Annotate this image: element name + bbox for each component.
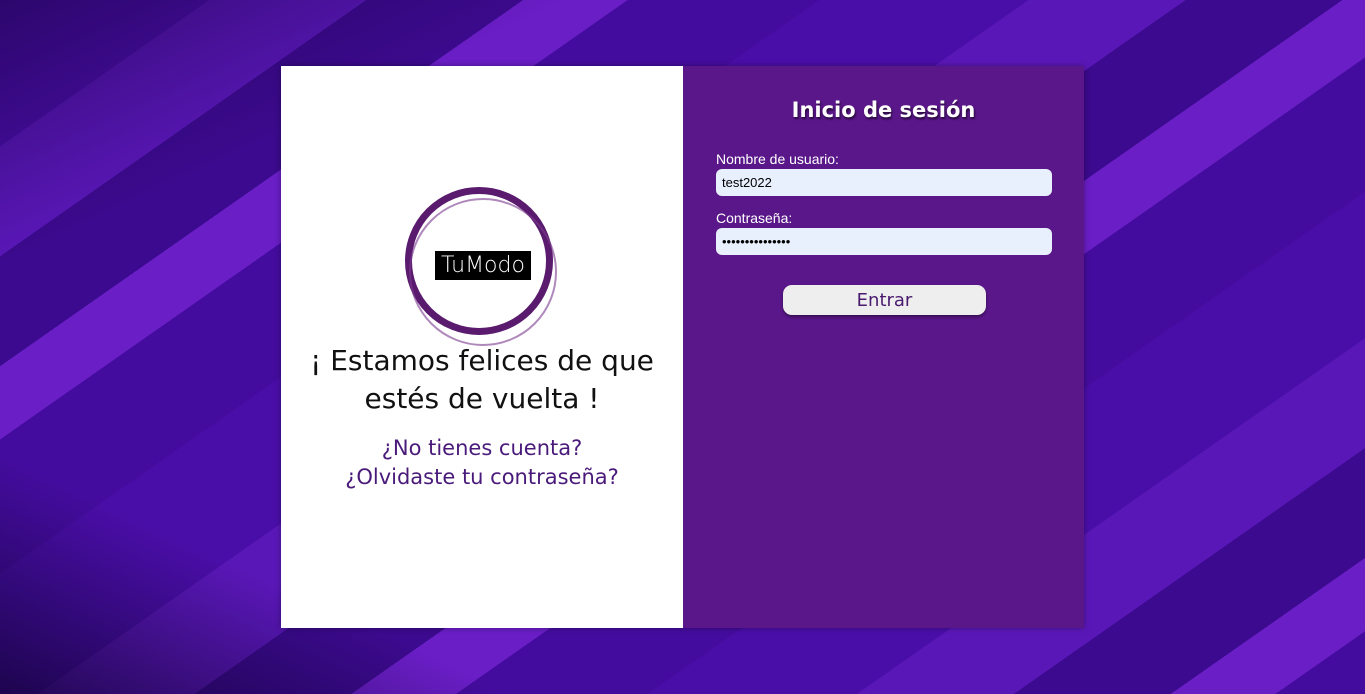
login-card: TuModo ¡ Estamos felices de que estés de… [281,66,1084,628]
forgot-password-link[interactable]: ¿Olvidaste tu contraseña? [281,463,683,492]
form-title: Inicio de sesión [791,98,976,122]
logo: TuModo [435,251,531,280]
welcome-panel: TuModo ¡ Estamos felices de que estés de… [281,66,683,628]
welcome-line-1: ¡ Estamos felices de que [310,344,654,377]
register-link[interactable]: ¿No tienes cuenta? [281,434,683,463]
account-links: ¿No tienes cuenta? ¿Olvidaste tu contras… [281,434,683,492]
username-label: Nombre de usuario: [716,151,839,167]
username-input[interactable] [716,169,1052,196]
login-form-panel: Inicio de sesión Nombre de usuario: Cont… [683,66,1084,628]
login-button[interactable]: Entrar [783,285,986,315]
password-input[interactable] [716,228,1052,255]
welcome-line-2: estés de vuelta ! [364,382,600,415]
password-label: Contraseña: [716,210,793,226]
welcome-message: ¡ Estamos felices de que estés de vuelta… [281,342,683,418]
